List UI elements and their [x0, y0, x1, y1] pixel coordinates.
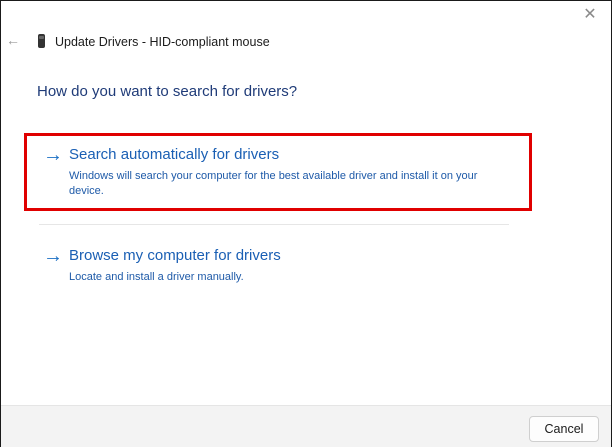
dialog-footer: Cancel: [1, 405, 611, 447]
page-heading: How do you want to search for drivers?: [37, 83, 298, 100]
browse-computer-option[interactable]: → Browse my computer for drivers Locate …: [29, 246, 509, 286]
right-arrow-icon: →: [43, 245, 63, 267]
divider: [39, 224, 509, 225]
cancel-button[interactable]: Cancel: [529, 416, 599, 442]
close-icon[interactable]: ✕: [575, 3, 605, 25]
option-description: Locate and install a driver manually.: [69, 271, 244, 283]
back-arrow-icon[interactable]: ←: [6, 32, 20, 48]
window-title: Update Drivers - HID-compliant mouse: [55, 35, 270, 49]
option-label: Browse my computer for drivers: [69, 247, 281, 264]
update-drivers-dialog: ✕ ← Update Drivers - HID-compliant mouse…: [0, 0, 612, 447]
highlight-box: [24, 133, 532, 211]
title-bar: ← Update Drivers - HID-compliant mouse: [1, 29, 611, 57]
mouse-device-icon: [38, 34, 45, 48]
